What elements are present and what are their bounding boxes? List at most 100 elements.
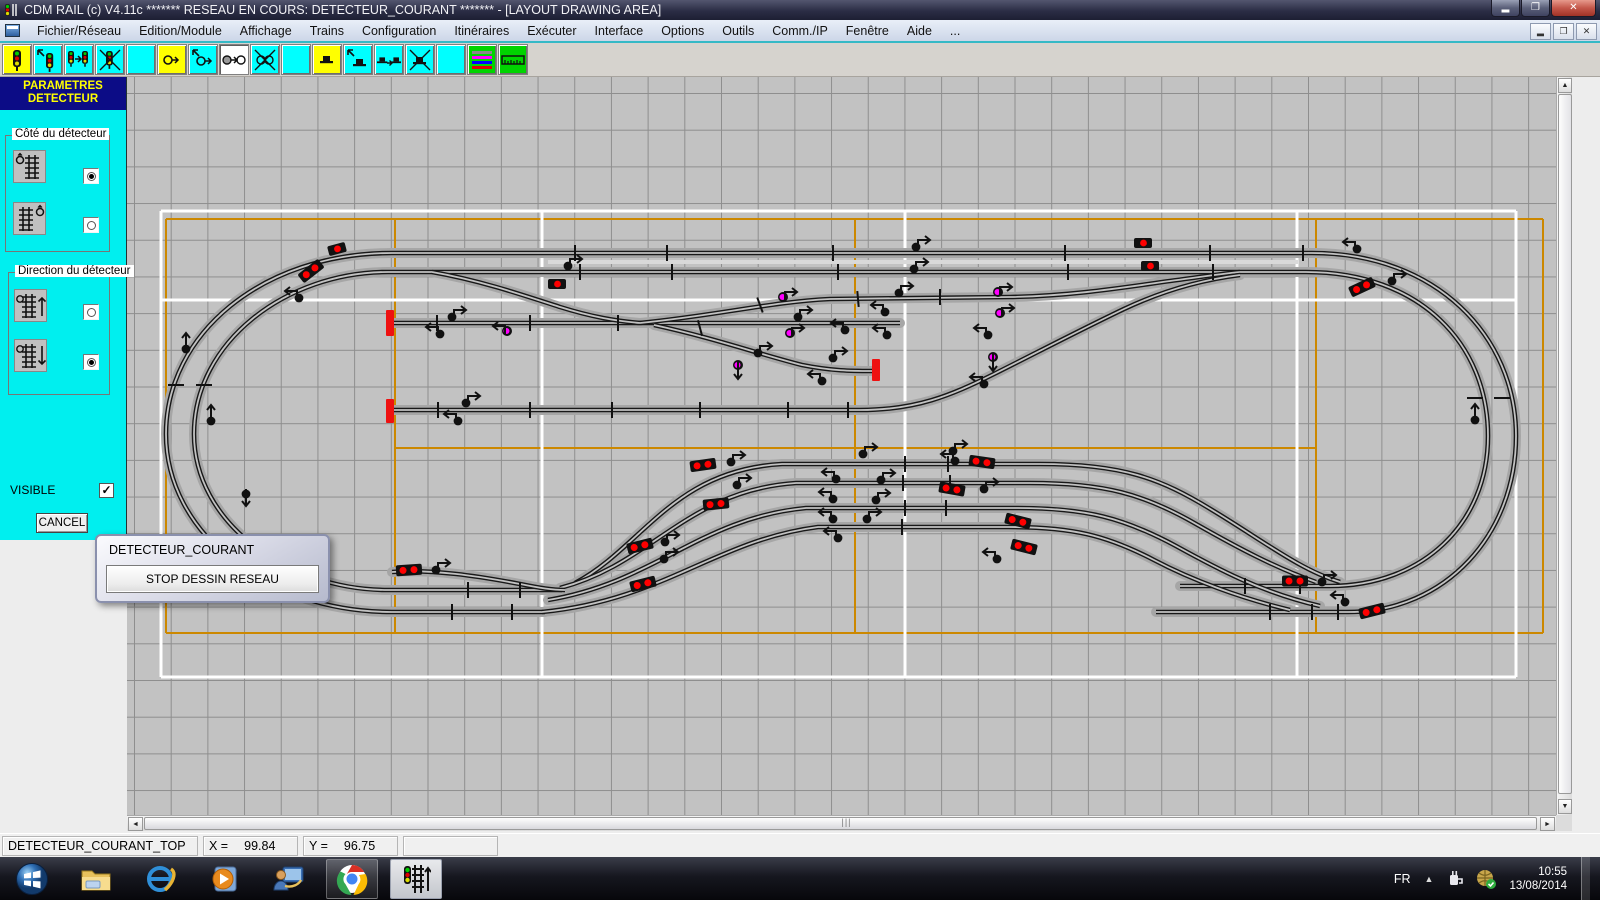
vertical-scrollbar[interactable]: ▲ ▼ bbox=[1556, 77, 1572, 815]
signal-red[interactable] bbox=[1141, 261, 1159, 271]
toolbar-ruler-button[interactable] bbox=[498, 44, 528, 75]
signal-marker[interactable] bbox=[872, 489, 890, 504]
signal-red[interactable] bbox=[702, 497, 729, 511]
tray-clock[interactable]: 10:55 13/08/2014 bbox=[1509, 865, 1567, 893]
menu-item-aide[interactable]: Aide bbox=[898, 21, 941, 41]
taskbar-chrome[interactable] bbox=[326, 859, 378, 899]
menu-item-options[interactable]: Options bbox=[652, 21, 713, 41]
detector-magenta[interactable] bbox=[733, 360, 743, 379]
cancel-button[interactable]: CANCEL bbox=[36, 513, 88, 533]
menu-item-edition-module[interactable]: Edition/Module bbox=[130, 21, 231, 41]
menu-item-trains[interactable]: Trains bbox=[301, 21, 353, 41]
side-left-radio[interactable] bbox=[83, 168, 99, 184]
restore-button[interactable]: ❐ bbox=[1521, 0, 1550, 17]
menu-item-configuration[interactable]: Configuration bbox=[353, 21, 445, 41]
language-indicator[interactable]: FR bbox=[1394, 872, 1411, 886]
toolbar-signal-move-button[interactable] bbox=[33, 44, 63, 75]
toolbar-spacer-1-button[interactable] bbox=[126, 44, 156, 75]
taskbar-remote-user[interactable] bbox=[262, 859, 314, 899]
mdi-document-icon[interactable] bbox=[5, 24, 20, 37]
hidden-icons-chevron[interactable]: ▲ bbox=[1425, 874, 1434, 884]
toolbar-layers-button[interactable] bbox=[467, 44, 497, 75]
scroll-up-arrow[interactable]: ▲ bbox=[1558, 78, 1572, 93]
vertical-scroll-thumb[interactable] bbox=[1558, 94, 1572, 794]
signal-marker[interactable] bbox=[829, 347, 847, 362]
menu-item-ex-cuter[interactable]: Exécuter bbox=[518, 21, 585, 41]
menu-item-fen-tre[interactable]: Fenêtre bbox=[837, 21, 898, 41]
signal-red[interactable] bbox=[548, 279, 566, 289]
mdi-minimize-button[interactable]: ▂ bbox=[1530, 23, 1551, 40]
minimize-button[interactable]: ▂ bbox=[1491, 0, 1520, 17]
signal-red[interactable] bbox=[1134, 238, 1152, 248]
toolbar-detector-copy-button[interactable] bbox=[219, 44, 249, 75]
status-x: X =99.84 bbox=[203, 836, 298, 856]
toolbar-detector-move-button[interactable] bbox=[188, 44, 218, 75]
scroll-left-arrow[interactable]: ◄ bbox=[128, 817, 143, 831]
stop-dessin-reseau-button[interactable]: STOP DESSIN RESEAU bbox=[106, 565, 319, 593]
toolbar-spacer-3-button[interactable] bbox=[436, 44, 466, 75]
detector-magenta[interactable] bbox=[988, 352, 998, 371]
detector-magenta[interactable] bbox=[995, 304, 1014, 318]
toolbar-signal-new-button[interactable] bbox=[2, 44, 32, 75]
signal-red[interactable] bbox=[1010, 539, 1038, 556]
group-direction-label: Direction du détecteur bbox=[15, 265, 134, 277]
toolbar-detector-delete-button[interactable] bbox=[250, 44, 280, 75]
toolbar-detector-new-button[interactable] bbox=[157, 44, 187, 75]
close-button[interactable]: ✕ bbox=[1551, 0, 1596, 17]
detector-parameters-panel: PARAMETRESDETECTEUR Côté du détecteur Di… bbox=[0, 77, 127, 540]
side-right-radio[interactable] bbox=[83, 217, 99, 233]
signal-red[interactable] bbox=[1358, 603, 1386, 620]
toolbar-block-copy-button[interactable] bbox=[374, 44, 404, 75]
signal-marker[interactable] bbox=[1331, 591, 1349, 606]
menu-item-outils[interactable]: Outils bbox=[713, 21, 763, 41]
menu-item-affichage[interactable]: Affichage bbox=[231, 21, 301, 41]
signal-marker[interactable] bbox=[182, 333, 191, 353]
show-desktop-button[interactable] bbox=[1581, 857, 1590, 900]
toolbar-spacer-2-button[interactable] bbox=[281, 44, 311, 75]
signal-red[interactable] bbox=[1282, 576, 1308, 587]
horizontal-scroll-thumb[interactable] bbox=[144, 817, 1537, 830]
group-side-label: Côté du détecteur bbox=[12, 128, 109, 140]
buffer-stop[interactable] bbox=[386, 399, 394, 423]
signal-marker[interactable] bbox=[1471, 404, 1480, 424]
signal-marker[interactable] bbox=[819, 488, 837, 503]
toolbar-block-new-button[interactable] bbox=[312, 44, 342, 75]
mdi-restore-button[interactable]: ❐ bbox=[1553, 23, 1574, 40]
network-plug-icon[interactable] bbox=[1445, 869, 1465, 889]
track-rails-loop-right-outer[interactable] bbox=[1156, 253, 1516, 612]
scroll-right-arrow[interactable]: ► bbox=[1540, 817, 1555, 831]
signal-red[interactable] bbox=[689, 458, 716, 473]
signal-marker[interactable] bbox=[859, 443, 877, 458]
layout-drawing-area[interactable] bbox=[127, 77, 1556, 815]
toolbar-block-delete-button[interactable] bbox=[405, 44, 435, 75]
horizontal-scrollbar[interactable]: ◄ ||| ► bbox=[127, 815, 1556, 831]
buffer-stop[interactable] bbox=[872, 359, 880, 381]
menu-item-comm-ip[interactable]: Comm./IP bbox=[763, 21, 837, 41]
signal-marker[interactable] bbox=[974, 324, 992, 339]
signal-marker[interactable] bbox=[242, 489, 251, 506]
signal-red[interactable] bbox=[396, 564, 423, 577]
scroll-down-arrow[interactable]: ▼ bbox=[1558, 799, 1572, 814]
signal-marker[interactable] bbox=[727, 451, 745, 466]
signal-marker[interactable] bbox=[983, 548, 1001, 563]
signal-marker[interactable] bbox=[207, 405, 216, 425]
toolbar-signal-copy-button[interactable] bbox=[64, 44, 94, 75]
taskbar-media-player[interactable] bbox=[198, 859, 250, 899]
menu-item--[interactable]: ... bbox=[941, 21, 969, 41]
toolbar-signal-delete-button[interactable] bbox=[95, 44, 125, 75]
visible-checkbox[interactable]: ✓ bbox=[99, 483, 114, 498]
toolbar-block-move-button[interactable] bbox=[343, 44, 373, 75]
globe-check-icon[interactable] bbox=[1475, 868, 1497, 890]
mdi-close-button[interactable]: ✕ bbox=[1576, 23, 1597, 40]
taskbar-cdm-rail[interactable] bbox=[390, 859, 442, 899]
menu-item-interface[interactable]: Interface bbox=[586, 21, 653, 41]
taskbar-explorer[interactable] bbox=[70, 859, 122, 899]
scroll-grip[interactable]: ||| bbox=[842, 818, 854, 827]
buffer-stop[interactable] bbox=[386, 310, 394, 336]
direction-up-radio[interactable] bbox=[83, 304, 99, 320]
menu-item-fichier-r-seau[interactable]: Fichier/Réseau bbox=[28, 21, 130, 41]
taskbar-start-button[interactable] bbox=[6, 859, 58, 899]
direction-down-radio[interactable] bbox=[83, 354, 99, 370]
menu-item-itin-raires[interactable]: Itinéraires bbox=[445, 21, 518, 41]
taskbar-internet-explorer[interactable] bbox=[134, 859, 186, 899]
